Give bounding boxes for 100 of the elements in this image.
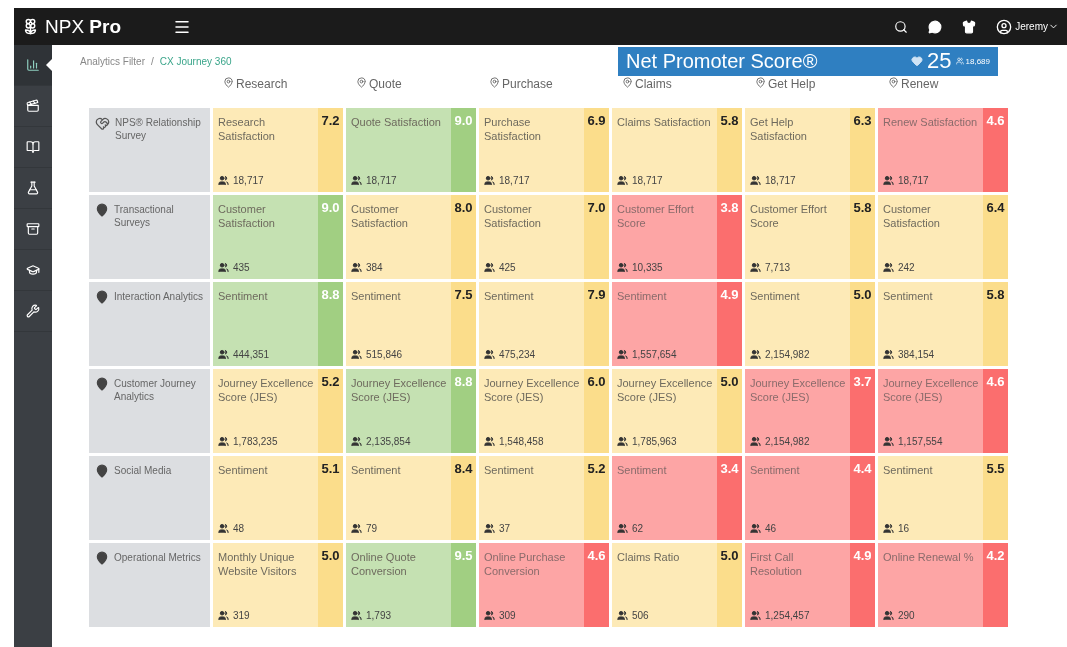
response-count: 2,154,982 <box>765 349 810 360</box>
map-pin-icon <box>622 77 633 88</box>
metric-tile[interactable]: Sentiment 444,351 8.8 <box>213 282 343 366</box>
users-icon <box>883 349 894 360</box>
metric-tile[interactable]: Customer Satisfaction 384 8.0 <box>346 195 476 279</box>
metric-tile[interactable]: Online Renewal % 290 4.2 <box>878 543 1008 627</box>
metric-tile[interactable]: Purchase Satisfaction 18,717 6.9 <box>479 108 609 192</box>
metric-score: 6.9 <box>587 113 606 129</box>
metric-name: Sentiment <box>484 463 535 477</box>
response-count: 62 <box>632 523 644 534</box>
user-avatar-icon[interactable] <box>996 18 1013 35</box>
metric-score: 4.2 <box>986 548 1005 564</box>
metric-tile[interactable]: Journey Excellence Score (JES) 1,783,235 5.2 <box>213 369 343 453</box>
metric-score: 3.7 <box>853 374 872 390</box>
metric-name: Sentiment <box>218 463 269 477</box>
metric-tile[interactable]: Sentiment 2,154,982 5.0 <box>745 282 875 366</box>
book-icon <box>26 140 40 154</box>
metric-tile[interactable]: Journey Excellence Score (JES) 1,785,963 5.0 <box>612 369 742 453</box>
user-name[interactable]: Jeremy <box>1015 21 1048 32</box>
metric-tile[interactable]: Sentiment 16 5.5 <box>878 456 1008 540</box>
metric-score: 4.9 <box>853 548 872 564</box>
users-icon <box>484 523 495 534</box>
users-icon <box>617 523 628 534</box>
users-icon <box>750 349 761 360</box>
row-label: Interaction Analytics <box>114 290 203 304</box>
users-icon <box>750 610 761 621</box>
users-icon <box>351 262 362 273</box>
metric-score: 9.0 <box>321 200 340 216</box>
metric-tile[interactable]: First Call Resolution 1,254,457 4.9 <box>745 543 875 627</box>
metric-tile[interactable]: Customer Satisfaction 435 9.0 <box>213 195 343 279</box>
shirt-icon[interactable] <box>962 19 977 34</box>
archive-icon <box>26 222 40 236</box>
users-icon <box>218 436 229 447</box>
metric-name: Purchase Satisfaction <box>484 115 542 143</box>
row-label: NPS® Relationship Survey <box>115 116 202 143</box>
nps-score: 25 <box>927 48 952 74</box>
metric-tile[interactable]: Sentiment 515,846 7.5 <box>346 282 476 366</box>
metric-score: 5.8 <box>720 113 739 129</box>
metric-tile[interactable]: Journey Excellence Score (JES) 2,135,854 8.8 <box>346 369 476 453</box>
search-icon[interactable] <box>894 19 909 34</box>
breadcrumb-item[interactable]: Analytics Filter <box>80 55 145 67</box>
metric-tile[interactable]: Customer Effort Score 10,335 3.8 <box>612 195 742 279</box>
metric-tile[interactable]: Online Quote Conversion 1,793 9.5 <box>346 543 476 627</box>
users-icon <box>218 610 229 621</box>
users-icon <box>883 262 894 273</box>
users-icon <box>484 349 495 360</box>
metric-tile[interactable]: Sentiment 475,234 7.9 <box>479 282 609 366</box>
metric-tile[interactable]: Customer Effort Score 7,713 5.8 <box>745 195 875 279</box>
metric-name: Journey Excellence Score (JES) <box>883 376 980 404</box>
metric-name: Online Purchase Conversion <box>484 550 567 578</box>
metric-score: 5.0 <box>321 548 340 564</box>
metric-tile[interactable]: Sentiment 79 8.4 <box>346 456 476 540</box>
response-count: 37 <box>499 523 511 534</box>
metric-name: Customer Satisfaction <box>883 202 941 230</box>
users-icon <box>883 610 894 621</box>
map-pin-icon <box>95 203 109 217</box>
metric-tile[interactable]: Renew Satisfaction 18,717 4.6 <box>878 108 1008 192</box>
map-pin-icon <box>95 551 109 565</box>
sidebar-item[interactable] <box>14 45 52 86</box>
metric-tile[interactable]: Quote Satisfaction 18,717 9.0 <box>346 108 476 192</box>
users-icon <box>750 262 761 273</box>
metric-tile[interactable]: Sentiment 48 5.1 <box>213 456 343 540</box>
metric-tile[interactable]: Journey Excellence Score (JES) 1,548,458 6.0 <box>479 369 609 453</box>
map-pin-icon <box>95 464 109 478</box>
metric-tile[interactable]: Sentiment 1,557,654 4.9 <box>612 282 742 366</box>
metric-tile[interactable]: Journey Excellence Score (JES) 1,157,554 4.6 <box>878 369 1008 453</box>
response-count: 18,717 <box>366 175 397 186</box>
metric-tile[interactable]: Claims Satisfaction 18,717 5.8 <box>612 108 742 192</box>
metric-tile[interactable]: Sentiment 384,154 5.8 <box>878 282 1008 366</box>
response-count: 290 <box>898 610 915 621</box>
metric-score: 8.8 <box>321 287 340 303</box>
breadcrumb-separator: / <box>151 55 154 67</box>
response-count: 475,234 <box>499 349 536 360</box>
metric-name: Sentiment <box>617 463 668 477</box>
metric-tile[interactable]: Get Help Satisfaction 18,717 6.3 <box>745 108 875 192</box>
response-count: 48 <box>233 523 245 534</box>
metric-tile[interactable]: Customer Satisfaction 425 7.0 <box>479 195 609 279</box>
metric-tile[interactable]: Sentiment 46 4.4 <box>745 456 875 540</box>
metric-tile[interactable]: Journey Excellence Score (JES) 2,154,982 3.7 <box>745 369 875 453</box>
users-icon <box>617 262 628 273</box>
metric-score: 6.4 <box>986 200 1005 216</box>
users-icon <box>218 262 229 273</box>
response-count: 1,783,235 <box>233 436 278 447</box>
response-count: 1,548,458 <box>499 436 544 447</box>
metric-tile[interactable]: Research Satisfaction 18,717 7.2 <box>213 108 343 192</box>
graduation-cap-icon <box>26 263 40 277</box>
metric-score: 4.6 <box>986 113 1005 129</box>
column-header: Renew <box>901 77 939 91</box>
metric-name: Customer Effort Score <box>617 202 695 230</box>
metric-score: 5.8 <box>986 287 1005 303</box>
metric-tile[interactable]: Customer Satisfaction 242 6.4 <box>878 195 1008 279</box>
users-icon <box>484 610 495 621</box>
response-count: 18,717 <box>632 175 663 186</box>
metric-tile[interactable]: Monthly Unique Website Visitors 319 5.0 <box>213 543 343 627</box>
metric-tile[interactable]: Online Purchase Conversion 309 4.6 <box>479 543 609 627</box>
metric-tile[interactable]: Sentiment 62 3.4 <box>612 456 742 540</box>
metric-tile[interactable]: Claims Ratio 506 5.0 <box>612 543 742 627</box>
chat-bubble-icon[interactable] <box>928 19 943 34</box>
metric-score: 5.0 <box>720 548 739 564</box>
metric-tile[interactable]: Sentiment 37 5.2 <box>479 456 609 540</box>
